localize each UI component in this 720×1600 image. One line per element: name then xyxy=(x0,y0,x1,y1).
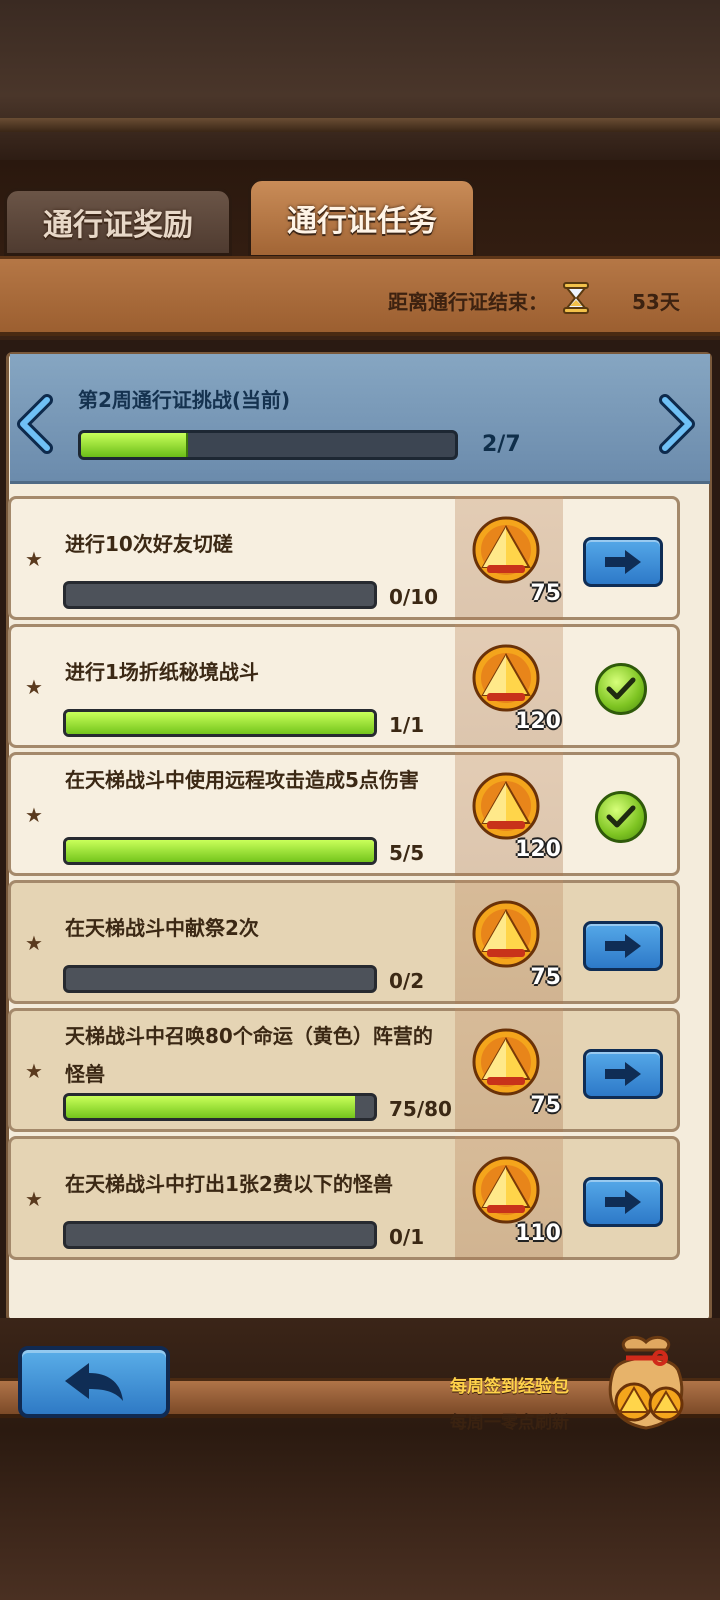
task-progress-fill xyxy=(66,712,374,734)
countdown-bar xyxy=(0,256,720,336)
task-row: ★ 进行1场折纸秘境战斗 1/1 120 xyxy=(8,624,680,748)
countdown-label: 距离通行证结束： xyxy=(388,290,548,314)
reward-amount: 120 xyxy=(515,837,561,862)
star-icon: ★ xyxy=(25,931,43,955)
exp-medal-icon xyxy=(472,772,540,840)
exp-bag-icon[interactable] xyxy=(596,1330,696,1434)
task-progress-bar xyxy=(63,837,377,865)
task-progress-count: 0/2 xyxy=(389,969,425,993)
back-button[interactable] xyxy=(18,1346,170,1418)
countdown-value: 53天 xyxy=(632,290,680,314)
go-task-button[interactable] xyxy=(583,921,663,971)
task-title: 天梯战斗中召唤80个命运（黄色）阵营的怪兽 xyxy=(65,1024,433,1086)
star-icon: ★ xyxy=(25,675,43,699)
chevron-right-icon xyxy=(659,394,695,454)
arrow-right-icon xyxy=(605,934,641,958)
completed-check-icon xyxy=(595,791,647,843)
task-progress-count: 1/1 xyxy=(389,713,425,737)
task-row: ★ 进行10次好友切磋 0/10 75 xyxy=(8,496,680,620)
go-task-button[interactable] xyxy=(583,1049,663,1099)
completed-check-icon xyxy=(595,663,647,715)
task-progress-bar xyxy=(63,581,377,609)
arrow-right-icon xyxy=(605,550,641,574)
reward-amount: 75 xyxy=(530,1093,561,1118)
task-progress-bar xyxy=(63,1221,377,1249)
task-progress-count: 0/10 xyxy=(389,585,439,609)
next-week-button[interactable] xyxy=(656,392,698,456)
task-progress-fill xyxy=(66,840,374,862)
task-progress-bar xyxy=(63,965,377,993)
top-ridge xyxy=(0,118,720,132)
task-title: 在天梯战斗中打出1张2费以下的怪兽 xyxy=(65,1172,393,1196)
back-arrow-icon xyxy=(65,1363,123,1401)
arrow-right-icon xyxy=(605,1190,641,1214)
task-title: 在天梯战斗中使用远程攻击造成5点伤害 xyxy=(65,768,419,792)
week-progress-bar xyxy=(78,430,458,460)
week-title: 第2周通行证挑战(当前) xyxy=(78,388,291,412)
exp-medal-icon xyxy=(472,900,540,968)
task-row: ★ 在天梯战斗中献祭2次 0/2 75 xyxy=(8,880,680,1004)
task-title: 进行1场折纸秘境战斗 xyxy=(65,660,259,684)
task-progress-count: 5/5 xyxy=(389,841,425,865)
task-row: ★ 在天梯战斗中使用远程攻击造成5点伤害 5/5 120 xyxy=(8,752,680,876)
task-progress-count: 0/1 xyxy=(389,1225,425,1249)
star-icon: ★ xyxy=(25,547,43,571)
reward-amount: 75 xyxy=(530,965,561,990)
task-row: ★ 在天梯战斗中打出1张2费以下的怪兽 0/1 110 xyxy=(8,1136,680,1260)
weekly-refresh-label: 每周一零点刷新 xyxy=(450,1413,569,1433)
reward-amount: 110 xyxy=(515,1221,561,1246)
reward-amount: 120 xyxy=(515,709,561,734)
top-wood-frame xyxy=(0,0,720,160)
exp-medal-icon xyxy=(472,516,540,584)
go-task-button[interactable] xyxy=(583,1177,663,1227)
week-header xyxy=(10,354,710,484)
weekly-pack-label: 每周签到经验包 xyxy=(450,1377,569,1397)
task-progress-bar xyxy=(63,1093,377,1121)
star-icon: ★ xyxy=(25,803,43,827)
arrow-right-icon xyxy=(605,1062,641,1086)
exp-medal-icon xyxy=(472,1156,540,1224)
exp-medal-icon xyxy=(472,1028,540,1096)
prev-week-button[interactable] xyxy=(14,392,56,456)
task-progress-count: 75/80 xyxy=(389,1097,452,1121)
star-icon: ★ xyxy=(25,1059,43,1083)
task-progress-fill xyxy=(66,1096,355,1118)
star-icon: ★ xyxy=(25,1187,43,1211)
task-progress-bar xyxy=(63,709,377,737)
exp-medal-icon xyxy=(472,644,540,712)
tab-pass-rewards[interactable]: 通行证奖励 xyxy=(4,188,232,256)
task-row: ★ 天梯战斗中召唤80个命运（黄色）阵营的怪兽 75/80 75 xyxy=(8,1008,680,1132)
week-progress-fill xyxy=(81,433,188,457)
task-title: 进行10次好友切磋 xyxy=(65,532,233,556)
chevron-left-icon xyxy=(17,394,53,454)
hourglass-icon xyxy=(563,282,589,314)
go-task-button[interactable] xyxy=(583,537,663,587)
tab-pass-tasks[interactable]: 通行证任务 xyxy=(248,178,476,258)
week-progress-count: 2/7 xyxy=(482,432,521,457)
reward-amount: 75 xyxy=(530,581,561,606)
task-title: 在天梯战斗中献祭2次 xyxy=(65,916,259,940)
